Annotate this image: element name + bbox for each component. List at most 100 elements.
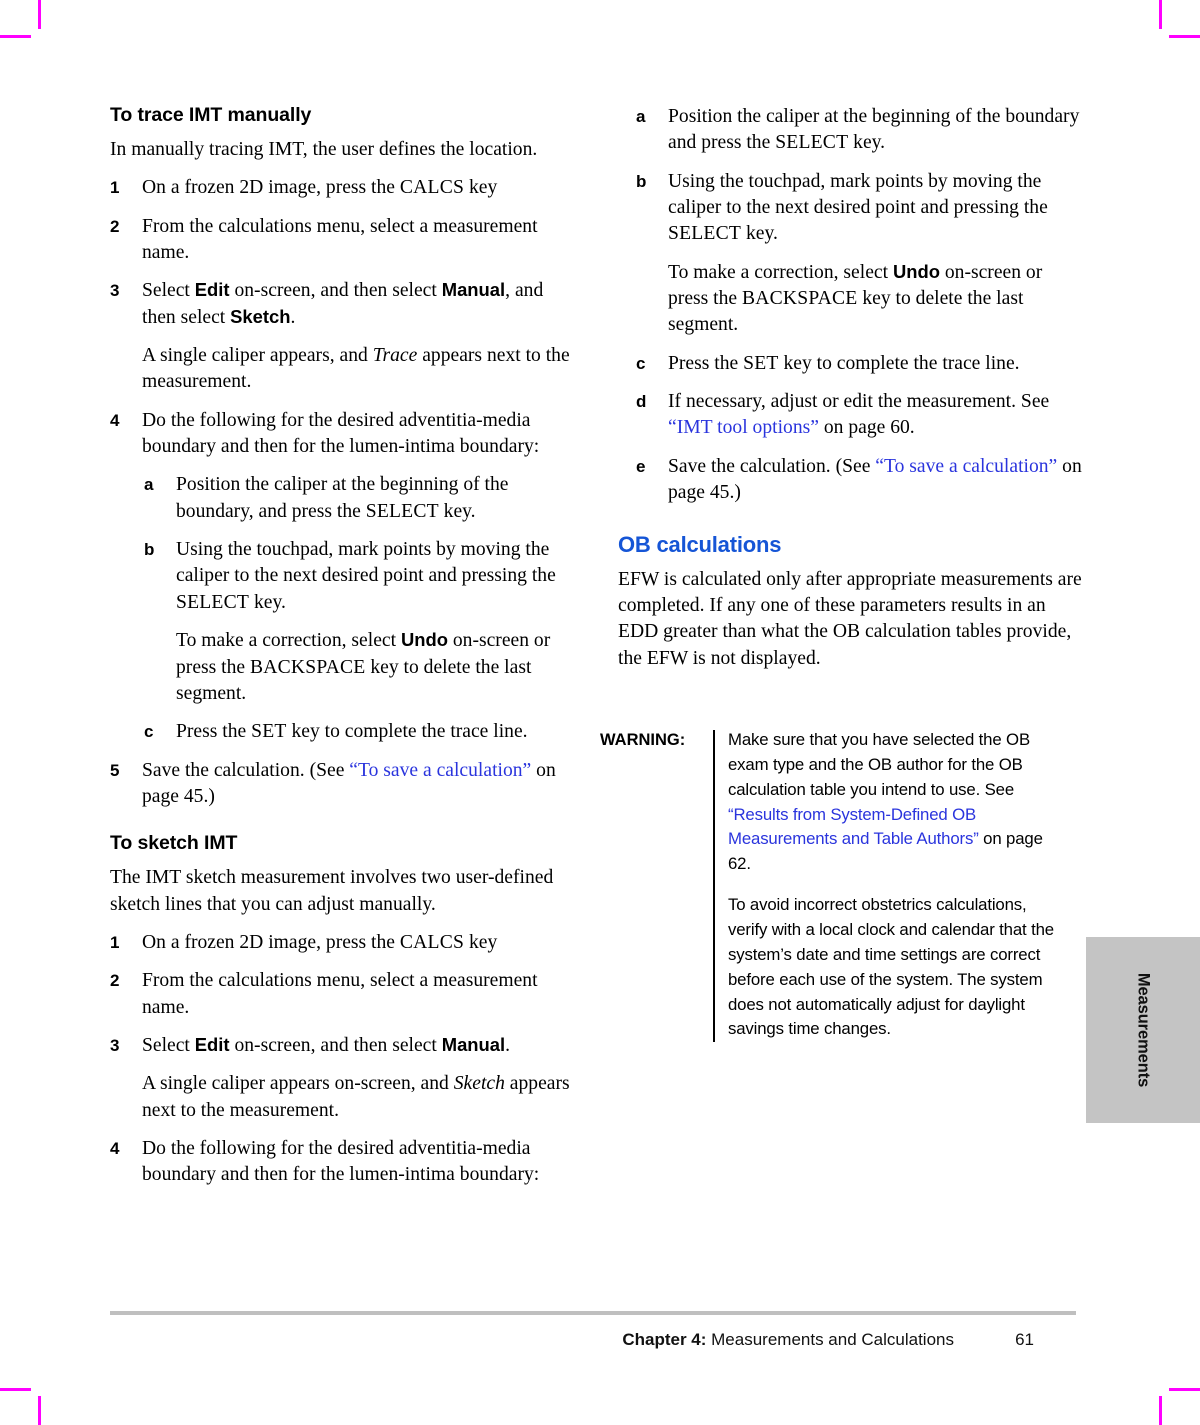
list-item-text: Press the SET key to complete the trace … (668, 352, 1020, 374)
right-text-column: a Position the caliper at the beginning … (618, 104, 1083, 684)
key-name-backspace: BACKSPACE (250, 656, 366, 678)
list-marker: c (144, 722, 154, 742)
emphasis-trace: Trace (372, 345, 418, 367)
list-item-trace-step-4b: b Using the touchpad, mark points by mov… (110, 537, 575, 616)
cross-reference-link-to-save-a-calculation[interactable]: “To save a calculation” (349, 760, 531, 781)
list-item-text: Select Edit on-screen, and then select M… (142, 279, 544, 328)
list-item-sketch-step-4d: d If necessary, adjust or edit the measu… (618, 389, 1083, 442)
footer-chapter-title: Measurements and Calculations (711, 1330, 954, 1349)
paragraph-trace-intro: In manually tracing IMT, the user define… (110, 139, 538, 160)
footer-divider-rule (110, 1311, 1076, 1315)
list-item-trace-step-3: 3 Select Edit on-screen, and then select… (110, 278, 575, 331)
ui-label-sketch: Sketch (230, 305, 291, 327)
list-marker: b (636, 171, 647, 191)
ui-label-edit: Edit (194, 279, 230, 301)
heading-to-sketch-imt: To sketch IMT (110, 832, 238, 855)
cross-reference-link-imt-tool-options[interactable]: “IMT tool options” (668, 417, 819, 438)
list-item-text: Using the touchpad, mark points by movin… (176, 539, 556, 613)
paragraph-trace-step-3-note: A single caliper appears, and Trace appe… (142, 345, 570, 393)
footer-chapter: Chapter 4: Measurements and Calculations (622, 1330, 954, 1350)
key-name-select: SELECT (668, 223, 742, 245)
crop-mark-bottom-left-horizontal (0, 1388, 31, 1391)
list-marker: c (636, 353, 646, 373)
list-marker: a (144, 475, 154, 495)
list-marker: 3 (110, 281, 120, 301)
list-item-sketch-step-4: 4 Do the following for the desired adven… (110, 1136, 575, 1189)
list-item-text: Position the caliper at the beginning of… (668, 106, 1080, 154)
list-item-text: Using the touchpad, mark points by movin… (668, 170, 1048, 245)
ui-label-edit: Edit (194, 1033, 230, 1055)
list-item-sketch-step-4a: a Position the caliper at the beginning … (618, 104, 1083, 157)
ui-label-undo: Undo (892, 260, 940, 282)
footer-chapter-label: Chapter 4: (622, 1330, 707, 1349)
paragraph-trace-step-4b-note: To make a correction, select Undo on-scr… (176, 629, 551, 704)
key-name-set: SET (743, 352, 779, 374)
heading-to-trace-imt-manually: To trace IMT manually (110, 104, 312, 126)
list-marker: 1 (110, 178, 120, 198)
key-name-select: SELECT (176, 591, 250, 613)
list-item-sketch-step-3: 3 Select Edit on-screen, and then select… (110, 1033, 575, 1059)
key-name-calcs: CALCS (399, 177, 465, 199)
cross-reference-link-to-save-a-calculation[interactable]: “To save a calculation” (875, 456, 1057, 477)
list-item-text: From the calculations menu, select a mea… (142, 970, 538, 1018)
chapter-side-tab: Measurements (1086, 937, 1200, 1123)
key-name-calcs: CALCS (399, 931, 465, 953)
list-item-text: Select Edit on-screen, and then select M… (142, 1033, 511, 1056)
list-item-sketch-step-4e: e Save the calculation. (See “To save a … (618, 454, 1083, 507)
list-item-text: On a frozen 2D image, press the CALCS ke… (142, 931, 498, 953)
list-item-text: Do the following for the desired adventi… (142, 409, 540, 458)
list-item-text: If necessary, adjust or edit the measure… (668, 391, 1050, 439)
list-marker: 2 (110, 216, 120, 236)
list-item-sketch-step-1: 1 On a frozen 2D image, press the CALCS … (110, 930, 575, 956)
list-item-text: Save the calculation. (See “To save a ca… (142, 759, 556, 807)
list-marker: 3 (110, 1035, 120, 1055)
heading-ob-calculations: OB calculations (618, 532, 782, 558)
document-page: To trace IMT manually In manually tracin… (0, 0, 1200, 1425)
list-marker: b (144, 540, 155, 560)
paragraph-sketch-intro: The IMT sketch measurement involves two … (110, 867, 554, 915)
key-name-set: SET (251, 721, 287, 743)
list-item-text: Do the following for the desired adventi… (142, 1137, 540, 1186)
left-text-column: To trace IMT manually In manually tracin… (110, 104, 575, 1201)
list-item-trace-step-1: 1 On a frozen 2D image, press the CALCS … (110, 175, 575, 201)
paragraph-ob-intro: EFW is calculated only after appropriate… (618, 568, 1082, 669)
crop-mark-bottom-right-vertical (1159, 1396, 1162, 1425)
list-item-sketch-step-4b: b Using the touchpad, mark points by mov… (618, 169, 1083, 248)
list-marker: 5 (110, 760, 120, 780)
list-marker: 1 (110, 932, 120, 952)
crop-mark-top-right-vertical (1159, 0, 1162, 29)
warning-callout: WARNING: Make sure that you have selecte… (600, 728, 1070, 1043)
list-marker: e (636, 456, 646, 476)
crop-mark-bottom-right-horizontal (1169, 1388, 1200, 1391)
ui-label-manual: Manual (441, 279, 506, 301)
list-item-trace-step-4c: c Press the SET key to complete the trac… (110, 719, 575, 745)
cross-reference-link-results-from-system-defined-ob-measurements[interactable]: “Results from System-Defined OB Measurem… (728, 805, 979, 849)
crop-mark-top-left-vertical (38, 0, 41, 29)
warning-vertical-rule (713, 730, 715, 1043)
crop-mark-bottom-left-vertical (38, 1396, 41, 1425)
ui-label-manual: Manual (441, 1033, 506, 1055)
list-item-text: Press the SET key to complete the trace … (176, 721, 528, 743)
emphasis-sketch: Sketch (453, 1073, 505, 1095)
list-marker: d (636, 392, 647, 412)
chapter-side-tab-label: Measurements (1134, 972, 1153, 1088)
list-item-trace-step-4: 4 Do the following for the desired adven… (110, 408, 575, 461)
warning-label: WARNING: (600, 731, 686, 749)
key-name-select: SELECT (775, 132, 849, 154)
list-marker: 2 (110, 971, 120, 991)
warning-paragraph-2: To avoid incorrect obstetrics calculatio… (728, 895, 1054, 1039)
list-marker: a (636, 107, 646, 126)
list-item-trace-step-4a: a Position the caliper at the beginning … (110, 472, 575, 525)
list-item-trace-step-5: 5 Save the calculation. (See “To save a … (110, 758, 575, 811)
paragraph-sketch-step-4b-note: To make a correction, select Undo on-scr… (668, 260, 1043, 336)
list-item-sketch-step-4c: c Press the SET key to complete the trac… (618, 351, 1083, 377)
list-item-text: On a frozen 2D image, press the CALCS ke… (142, 177, 498, 199)
list-item-text: Save the calculation. (See “To save a ca… (668, 455, 1082, 504)
page-footer: Chapter 4: Measurements and Calculations… (110, 1330, 1076, 1356)
list-item-text: Position the caliper at the beginning of… (176, 474, 509, 522)
paragraph-sketch-step-3-note: A single caliper appears on-screen, and … (142, 1073, 570, 1121)
key-name-backspace: BACKSPACE (742, 288, 858, 310)
list-item-text: From the calculations menu, select a mea… (142, 215, 538, 264)
ui-label-undo: Undo (400, 629, 448, 651)
list-marker: 4 (110, 1138, 120, 1158)
